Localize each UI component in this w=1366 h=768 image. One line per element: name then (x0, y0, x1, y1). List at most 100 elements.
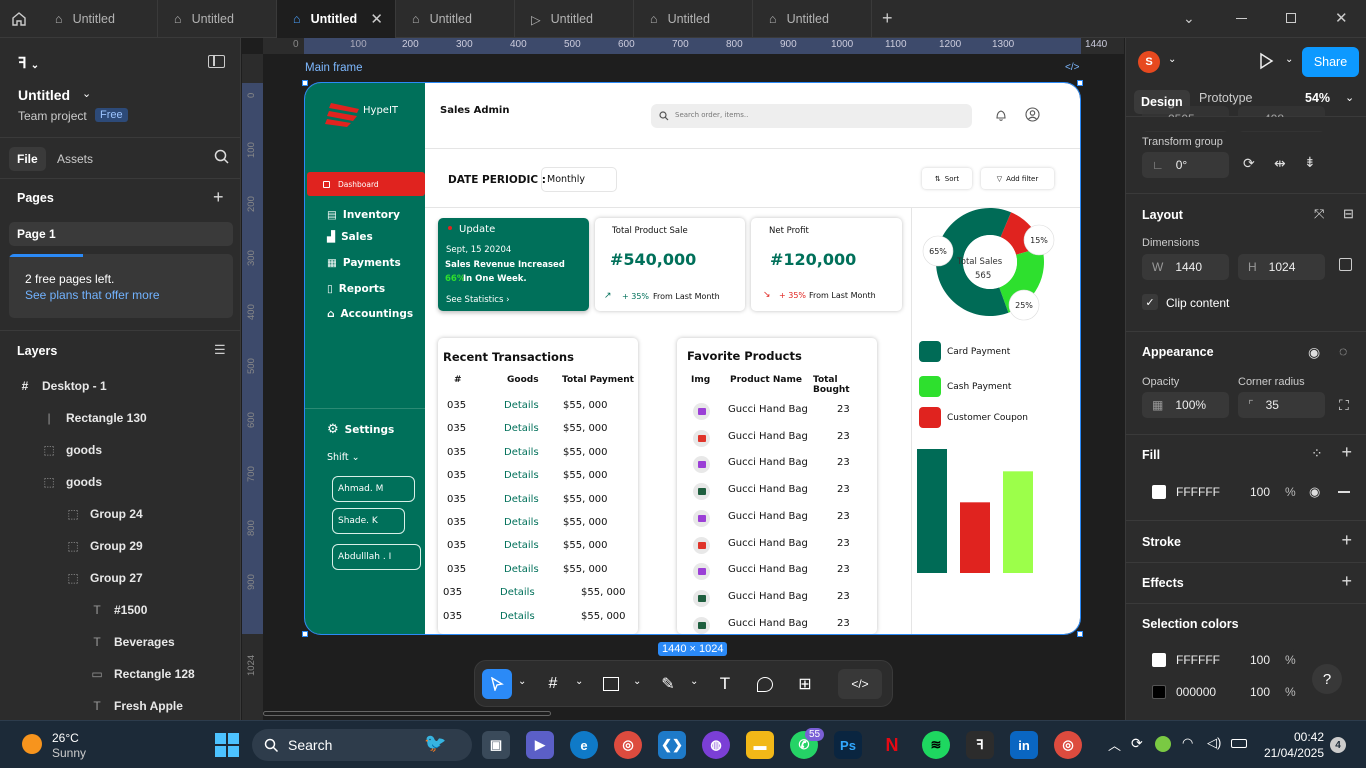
add-stroke-icon[interactable]: + (1341, 530, 1352, 551)
page-item[interactable]: Page 1 (9, 222, 233, 246)
app-tray-icon[interactable] (1155, 736, 1171, 752)
move-tool-button[interactable] (482, 669, 512, 699)
layer-item[interactable]: ⬚ goods (0, 466, 240, 498)
text-tool-button[interactable]: T (710, 669, 740, 699)
drop-icon[interactable]: ◌ (1339, 343, 1347, 359)
see-statistics-link[interactable]: See Statistics › (446, 295, 510, 305)
avatar[interactable]: S (1138, 51, 1160, 73)
rotate-icon[interactable]: ⟳ (1243, 155, 1255, 172)
chevron-down-icon[interactable]: ⌄ (82, 87, 91, 100)
file-tab[interactable]: ▷ Untitled (515, 0, 634, 38)
volume-icon[interactable]: ◁) (1207, 735, 1221, 751)
clock-time[interactable]: 00:42 (1270, 730, 1324, 744)
chrome-profile-icon[interactable]: ◎ (1054, 731, 1082, 759)
details-link[interactable]: Details (500, 587, 535, 598)
sort-button[interactable]: ⇅ Sort (922, 168, 972, 189)
staff-chip[interactable]: Shade. K (332, 508, 405, 534)
details-link[interactable]: Details (504, 540, 539, 551)
resize-icon[interactable] (1339, 258, 1352, 271)
search-icon[interactable] (214, 149, 230, 165)
resize-handle[interactable] (302, 80, 308, 86)
resize-handle[interactable] (1077, 631, 1083, 637)
minimize-icon[interactable] (1236, 18, 1247, 19)
layer-item[interactable]: ⬚ goods (0, 434, 240, 466)
user-icon[interactable] (1025, 107, 1040, 122)
task-view-icon[interactable]: ▣ (482, 731, 510, 759)
weather-sun-icon[interactable] (22, 734, 42, 754)
chevron-down-icon[interactable]: ⌄ (518, 676, 526, 687)
rotation-field[interactable]: ∟ 0° (1142, 152, 1229, 178)
pen-tool-button[interactable]: ✎ (653, 669, 683, 699)
spotify-icon[interactable]: ≋ (922, 731, 950, 759)
code-icon[interactable]: </> (1065, 62, 1079, 73)
chevron-down-icon[interactable]: ⌄ (1285, 54, 1293, 65)
dev-mode-button[interactable]: </> (838, 669, 882, 699)
figma-icon[interactable]: ꟻ (966, 731, 994, 759)
comment-tool-button[interactable] (750, 669, 780, 699)
nav-accountings[interactable]: ⌂ Accountings (327, 308, 413, 320)
resize-handle[interactable] (1077, 80, 1083, 86)
home-icon[interactable] (10, 10, 30, 28)
edge-icon[interactable]: e (570, 731, 598, 759)
shape-tool-button[interactable] (596, 669, 626, 699)
frame-tool-button[interactable]: # (538, 669, 568, 699)
details-link[interactable]: Details (504, 564, 539, 575)
file-tab[interactable]: ⌂ Untitled (753, 0, 872, 38)
resources-button[interactable]: ⊞ (790, 669, 820, 699)
period-select[interactable]: Monthly (541, 167, 617, 192)
resize-handle[interactable] (302, 631, 308, 637)
selection-color-row[interactable]: FFFFFF 100 % (1142, 647, 1296, 673)
details-link[interactable]: Details (504, 517, 539, 528)
details-link[interactable]: Details (504, 470, 539, 481)
layer-item[interactable]: ▭ Rectangle 128 (0, 658, 240, 690)
chevron-down-icon[interactable]: ⌄ (1345, 91, 1354, 104)
layer-item[interactable]: ⬚ Group 27 (0, 562, 240, 594)
flip-horizontal-icon[interactable]: ⇹ (1274, 155, 1286, 172)
battery-icon[interactable] (1231, 739, 1247, 748)
frame-label[interactable]: Main frame (305, 62, 363, 74)
details-link[interactable]: Details (504, 494, 539, 505)
file-tab[interactable]: ⌂ Untitled (39, 0, 158, 38)
search-bar[interactable]: Search order, items.. (651, 104, 972, 128)
staff-chip[interactable]: Ahmad. M (332, 476, 415, 502)
see-plans-link[interactable]: See plans that offer more (25, 288, 160, 302)
width-field[interactable]: W 1440 (1142, 254, 1229, 280)
prototype-tab[interactable]: Prototype (1199, 91, 1253, 105)
add-filter-button[interactable]: ▽ Add filter (981, 168, 1054, 189)
toggle-sidebar-icon[interactable] (208, 55, 225, 68)
add-fill-icon[interactable]: + (1341, 442, 1352, 463)
notification-badge[interactable]: 4 (1330, 737, 1346, 753)
chrome-icon[interactable]: ◎ (614, 731, 642, 759)
add-effect-icon[interactable]: + (1341, 571, 1352, 592)
horizontal-scrollbar[interactable] (263, 711, 551, 716)
details-link[interactable]: Details (504, 423, 539, 434)
present-play-icon[interactable] (1258, 52, 1274, 70)
help-button[interactable]: ? (1312, 664, 1342, 694)
linkedin-icon[interactable]: in (1010, 731, 1038, 759)
windows-start-icon[interactable] (215, 733, 239, 757)
sync-icon[interactable]: ⟳ (1131, 735, 1143, 752)
teams-meet-icon[interactable]: ▶ (526, 731, 554, 759)
layer-item[interactable]: ⬚ Group 24 (0, 498, 240, 530)
opacity-field[interactable]: ▦ 100% (1142, 392, 1229, 418)
corner-radius-field[interactable]: ⌜ 35 (1238, 392, 1325, 418)
tray-chevron-up-icon[interactable]: ︿ (1108, 735, 1121, 754)
clock-date[interactable]: 21/04/2025 (1258, 746, 1324, 760)
file-tab[interactable]: ⌂ Untitled (158, 0, 277, 38)
restore-icon[interactable] (1286, 13, 1296, 23)
new-tab-icon[interactable]: + (882, 8, 893, 29)
file-section-tab[interactable]: File (9, 147, 46, 171)
chevron-down-icon[interactable]: ⌄ (633, 676, 641, 687)
taskbar-search[interactable]: Search 🐦 (252, 729, 472, 761)
layer-item[interactable]: T #1500 (0, 594, 240, 626)
wifi-icon[interactable]: ◠ (1182, 735, 1193, 751)
nav-settings[interactable]: ⚙ Settings (327, 422, 394, 437)
height-field[interactable]: H 1024 (1238, 254, 1325, 280)
layer-item[interactable]: T Beverages (0, 626, 240, 658)
chevron-down-icon[interactable]: ⌄ (1168, 54, 1176, 65)
photoshop-icon[interactable]: Ps (834, 731, 862, 759)
details-link[interactable]: Details (500, 611, 535, 622)
layer-item[interactable]: T Fresh Apple (0, 690, 240, 720)
file-explorer-icon[interactable]: ▬ (746, 731, 774, 759)
nav-sales[interactable]: ▟ Sales (327, 231, 373, 243)
